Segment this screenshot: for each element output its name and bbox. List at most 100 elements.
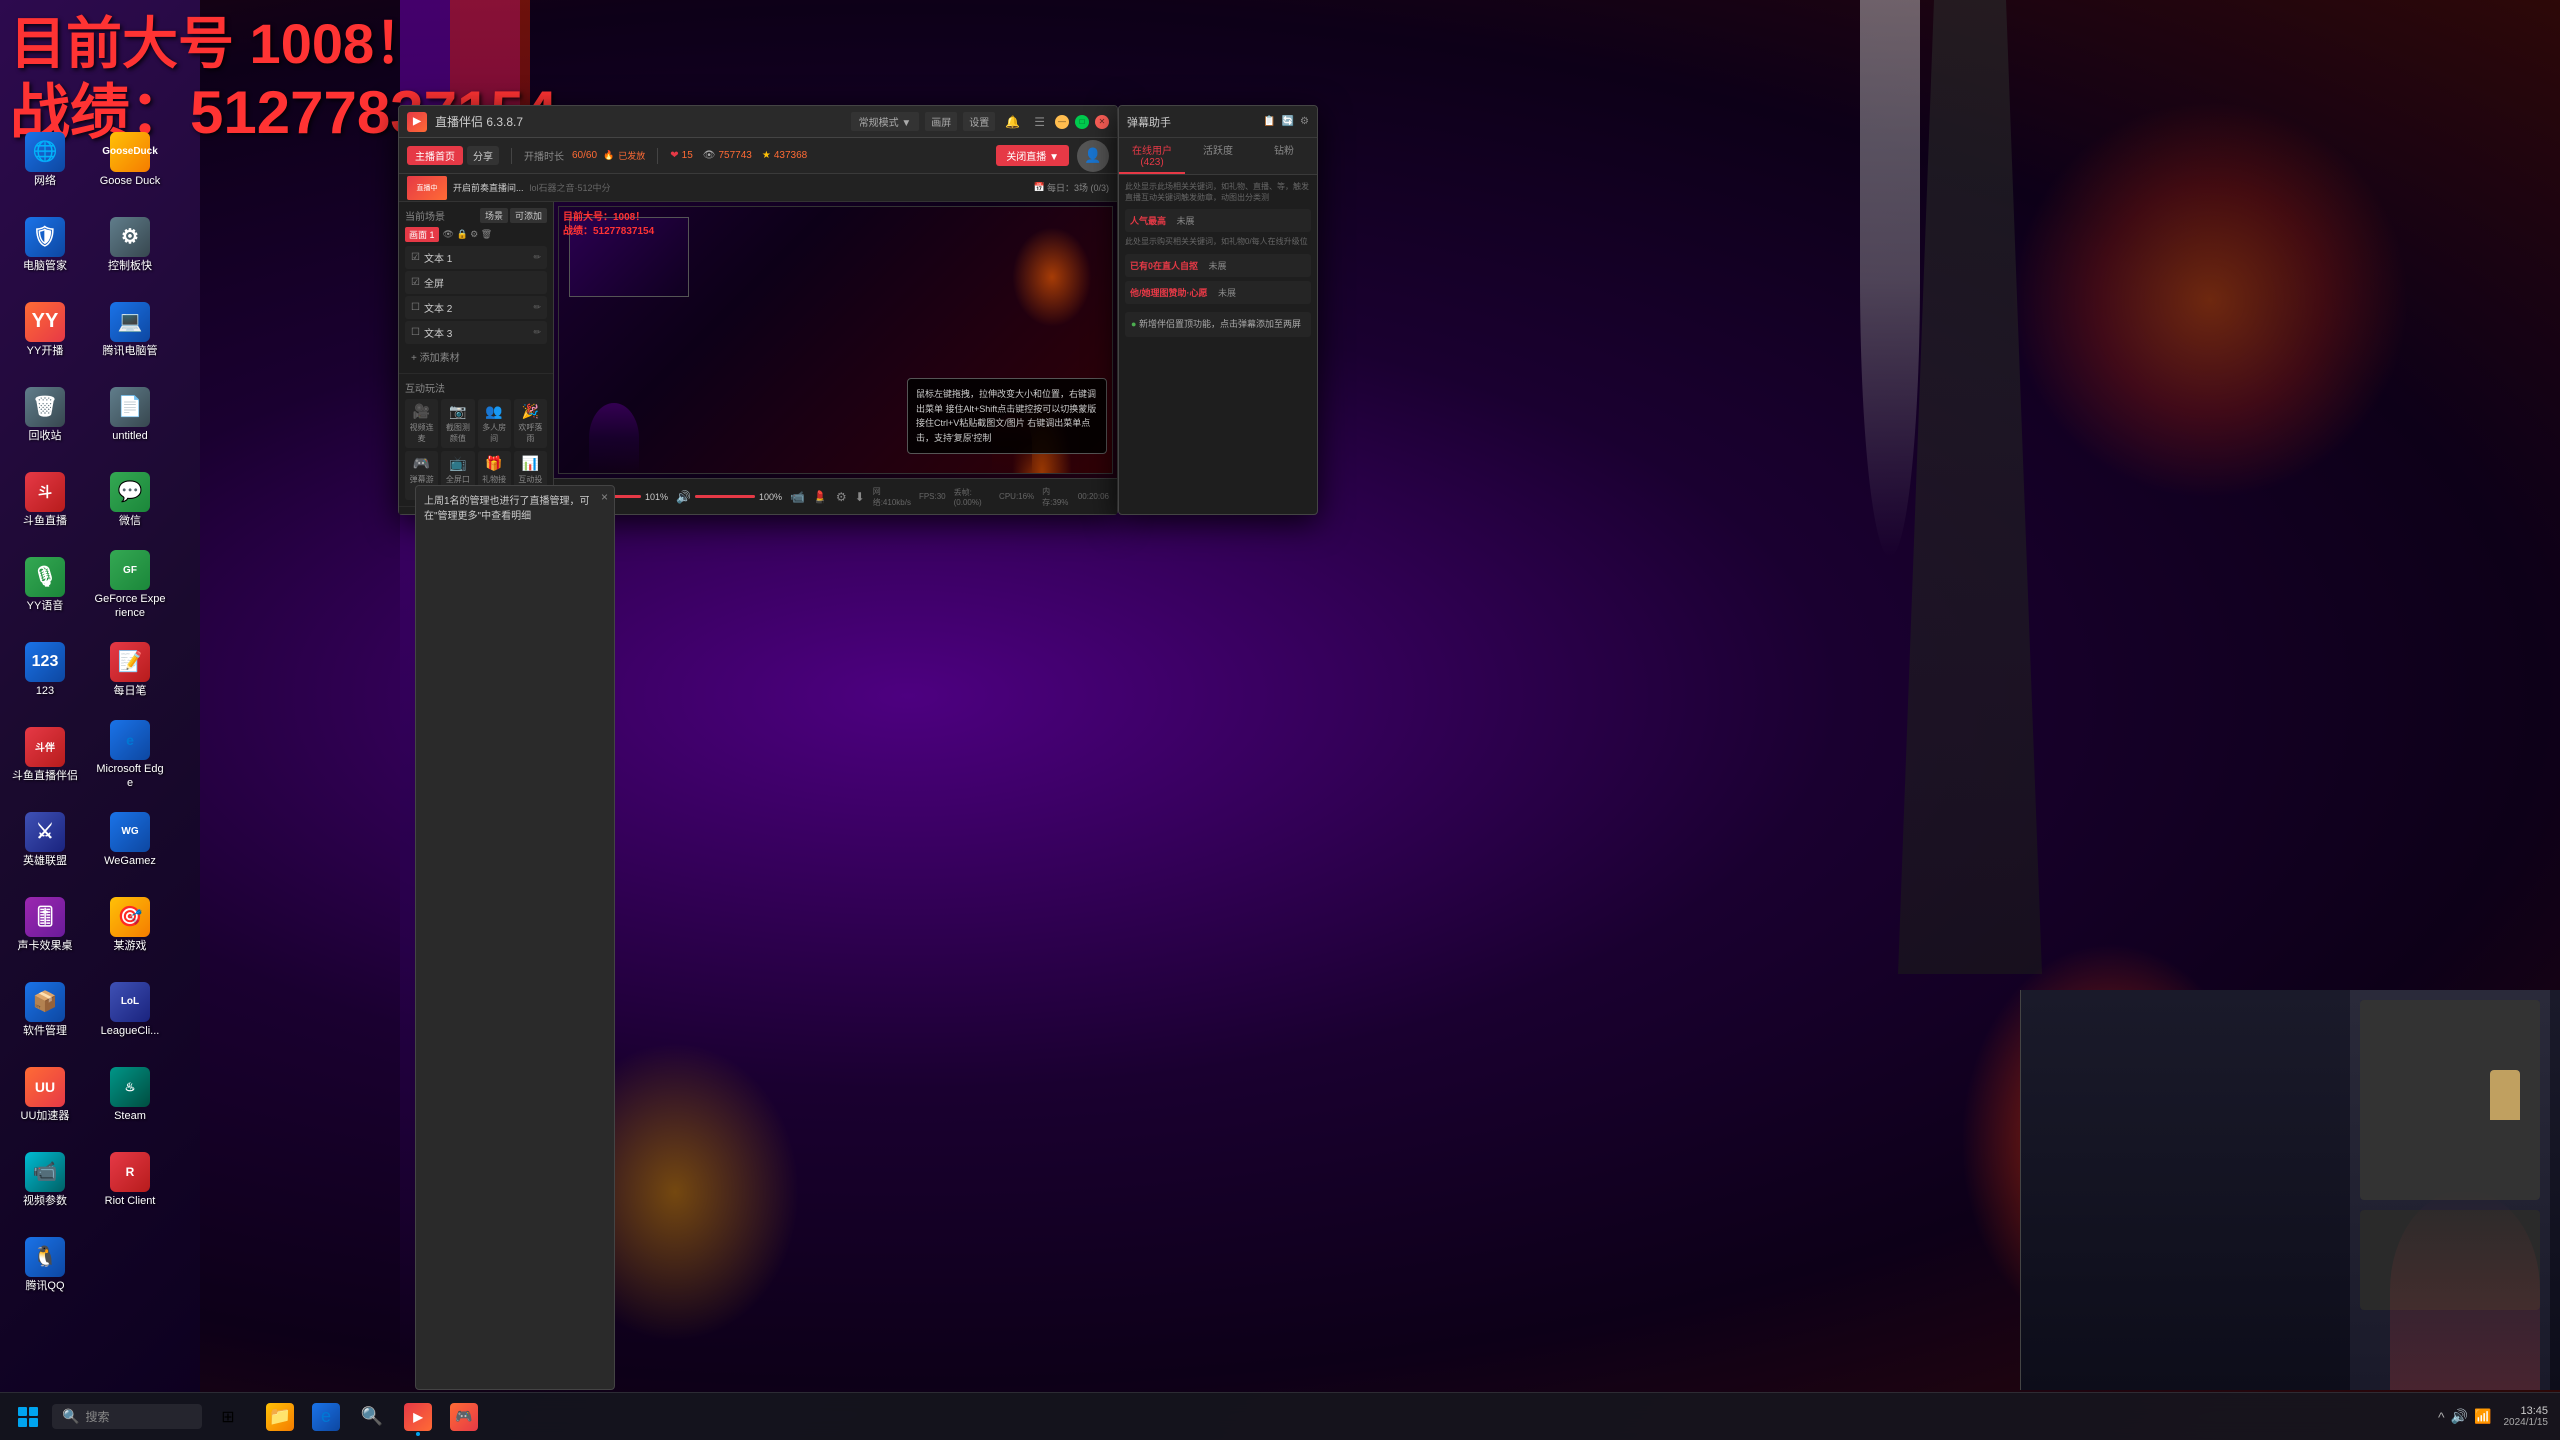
icon-video-param[interactable]: 📹 视频参数	[5, 1140, 85, 1220]
icon-geforce-img: GF	[110, 550, 150, 590]
sys-slider[interactable]	[695, 495, 755, 498]
scene-tab-source[interactable]: 场景	[480, 208, 508, 223]
scene-tab-avail[interactable]: 可添加	[510, 208, 547, 223]
icon-wechat[interactable]: 💬 微信	[90, 460, 170, 540]
share-btn[interactable]: 分享	[467, 146, 499, 165]
icon-league-client[interactable]: LoL LeagueCli...	[90, 970, 170, 1050]
icon-geforce-label: GeForce Experience	[94, 593, 166, 619]
close-broadcast-btn[interactable]: 关闭直播 ▼	[996, 145, 1069, 166]
icon-league-ally[interactable]: ⚔ 英雄联盟	[5, 800, 85, 880]
mode-dropdown[interactable]: 常规模式 ▼	[851, 112, 920, 131]
task-view-btn[interactable]: ⊞	[206, 1395, 250, 1439]
add-source-btn[interactable]: + 添加素材	[405, 346, 547, 367]
icon-pubg[interactable]: 🎯 某游戏	[90, 885, 170, 965]
icon-yy-voice[interactable]: 🎙 YY语音	[5, 545, 85, 625]
icon-123[interactable]: 123 123	[5, 630, 85, 710]
source-edit-icon[interactable]: ✏	[533, 252, 541, 263]
icon-riot-img: R	[110, 1152, 150, 1192]
taskbar-clock[interactable]: 13:45 2024/1/15	[2500, 1405, 2553, 1428]
tray-network[interactable]: 📶	[2474, 1408, 2491, 1425]
icon-qq[interactable]: 🐧 腾讯QQ	[5, 1225, 85, 1305]
multi-icon: 👥	[485, 403, 502, 420]
icon-douyu-companion[interactable]: 斗伴 斗鱼直播伴侣	[5, 715, 85, 795]
source-edit-icon3[interactable]: ✏	[533, 327, 541, 338]
danmaku-settings-icon[interactable]: ⚙	[1300, 116, 1309, 127]
tab-activity[interactable]: 活跃度	[1185, 138, 1251, 174]
icon-control[interactable]: ⚙ 控制板快	[90, 205, 170, 285]
header-section-duration: 开播时长 60/60 🔥 已发放	[524, 148, 645, 163]
taskbar-search[interactable]: 🔍 搜索	[52, 1404, 202, 1429]
tool-multi[interactable]: 👥 多人房间	[478, 399, 511, 448]
tab-fans[interactable]: 钻粉	[1251, 138, 1317, 174]
icon-video-param-img: 📹	[25, 1152, 65, 1192]
icon-wechat-label: 微信	[119, 515, 141, 528]
tool-screenshot[interactable]: 📷 截图测颜值	[441, 399, 474, 448]
icon-wechat-img: 💬	[110, 472, 150, 512]
icon-goose-duck[interactable]: GooseDuck Goose Duck	[90, 120, 170, 200]
source-item-text2[interactable]: ☐ 文本 2 ✏	[405, 296, 547, 319]
minimize-button[interactable]: —	[1055, 115, 1069, 129]
icon-qq-label: 腾讯QQ	[25, 1280, 64, 1293]
heart-val: 15	[682, 150, 693, 161]
speaker-icon[interactable]: 🔊	[676, 490, 691, 504]
icon-steam-img: ♨	[110, 1067, 150, 1107]
danmaku-refresh-icon[interactable]: 🔄	[1282, 116, 1294, 127]
icon-uu[interactable]: UU UU加速器	[5, 1055, 85, 1135]
screen-btn[interactable]: 画屏	[925, 112, 957, 131]
status-info: 网络:410kb/s FPS:30 丢帧:(0.00%) CPU:16% 内存:…	[873, 486, 1109, 508]
settings-icon[interactable]: ☰	[1030, 113, 1049, 131]
bell-icon[interactable]: 🔔	[1001, 113, 1024, 131]
source-item-text1[interactable]: ☑ 文本 1 ✏	[405, 246, 547, 269]
avatar[interactable]: 👤	[1077, 140, 1109, 172]
taskbar-search-app[interactable]: 🔍	[350, 1395, 394, 1439]
taskbar-file-explorer[interactable]: 📁	[258, 1395, 302, 1439]
windows-logo	[18, 1407, 38, 1427]
screenshot-icon: 📷	[449, 403, 466, 420]
sys-val: 100%	[759, 492, 782, 502]
danmaku-copy-icon[interactable]: 📋	[1263, 116, 1275, 127]
source-item-text3[interactable]: ☐ 文本 3 ✏	[405, 321, 547, 344]
icon-software-mgr[interactable]: 📦 软件管理	[5, 970, 85, 1050]
icon-steam[interactable]: ♨ Steam	[90, 1055, 170, 1135]
taskbar-game[interactable]: 🎮	[442, 1395, 486, 1439]
icon-riot[interactable]: R Riot Client	[90, 1140, 170, 1220]
close-button[interactable]: ✕	[1095, 115, 1109, 129]
taskbar-streaming[interactable]: ▶	[396, 1395, 440, 1439]
tray-arrow[interactable]: ^	[2438, 1409, 2445, 1425]
beauty-ctrl-icon[interactable]: 💄	[813, 490, 828, 504]
tool-cheer[interactable]: 🎉 欢呼落雨	[514, 399, 547, 448]
icon-wegame[interactable]: WG WeGamez	[90, 800, 170, 880]
icon-tencent-pc[interactable]: 💻 腾讯电脑管	[90, 290, 170, 370]
setting-btn[interactable]: 设置	[963, 112, 995, 131]
video-icon[interactable]: 📹	[790, 490, 805, 504]
icon-geforce[interactable]: GF GeForce Experience	[90, 545, 170, 625]
multi-label: 多人房间	[480, 422, 509, 444]
title-bar-controls: 常规模式 ▼ 画屏 设置 🔔 ☰ — □ ✕	[851, 112, 1109, 131]
icon-edge[interactable]: e Microsoft Edge	[90, 715, 170, 795]
icon-daily[interactable]: 📝 每日笔	[90, 630, 170, 710]
game-overlay-line2: 战绩：51277837154	[563, 225, 654, 239]
tool-video-poll[interactable]: 🎥 视频连麦	[405, 399, 438, 448]
source-item-fullscreen[interactable]: ☑ 全屏	[405, 271, 547, 294]
icon-douyu-live[interactable]: 斗 斗鱼直播	[5, 460, 85, 540]
icon-untitled[interactable]: 📄 untitled	[90, 375, 170, 455]
start-button[interactable]	[8, 1397, 48, 1437]
danmaku-panel: 弹幕助手 📋 🔄 ⚙ 在线用户(423) 活跃度 钻粉 此处显示此场相关关键词，…	[1118, 105, 1318, 515]
notif-close-btn[interactable]: ×	[601, 490, 608, 504]
settings-ctrl-icon[interactable]: ⚙	[836, 490, 847, 504]
lol-label: lol石器之音·512中分	[530, 181, 611, 194]
taskbar-edge[interactable]: e	[304, 1395, 348, 1439]
system-tray: ^ 🔊 📶	[2438, 1408, 2491, 1425]
icon-pc-manager[interactable]: 🛡 电脑管家	[5, 205, 85, 285]
tab-online-users[interactable]: 在线用户(423)	[1119, 138, 1185, 174]
download-ctrl-icon[interactable]: ⬇	[855, 490, 865, 504]
icon-yy-open[interactable]: YY YY开播	[5, 290, 85, 370]
source-edit-icon2[interactable]: ✏	[533, 302, 541, 313]
anchor-home-btn[interactable]: 主播首页	[407, 146, 463, 165]
icon-recycle[interactable]: 🗑 回收站	[5, 375, 85, 455]
game-icon: 🎮	[450, 1403, 478, 1431]
maximize-button[interactable]: □	[1075, 115, 1089, 129]
icon-soundcard[interactable]: 🎚 声卡效果桌	[5, 885, 85, 965]
tray-speaker[interactable]: 🔊	[2451, 1408, 2468, 1425]
icon-network[interactable]: 🌐 网络	[5, 120, 85, 200]
